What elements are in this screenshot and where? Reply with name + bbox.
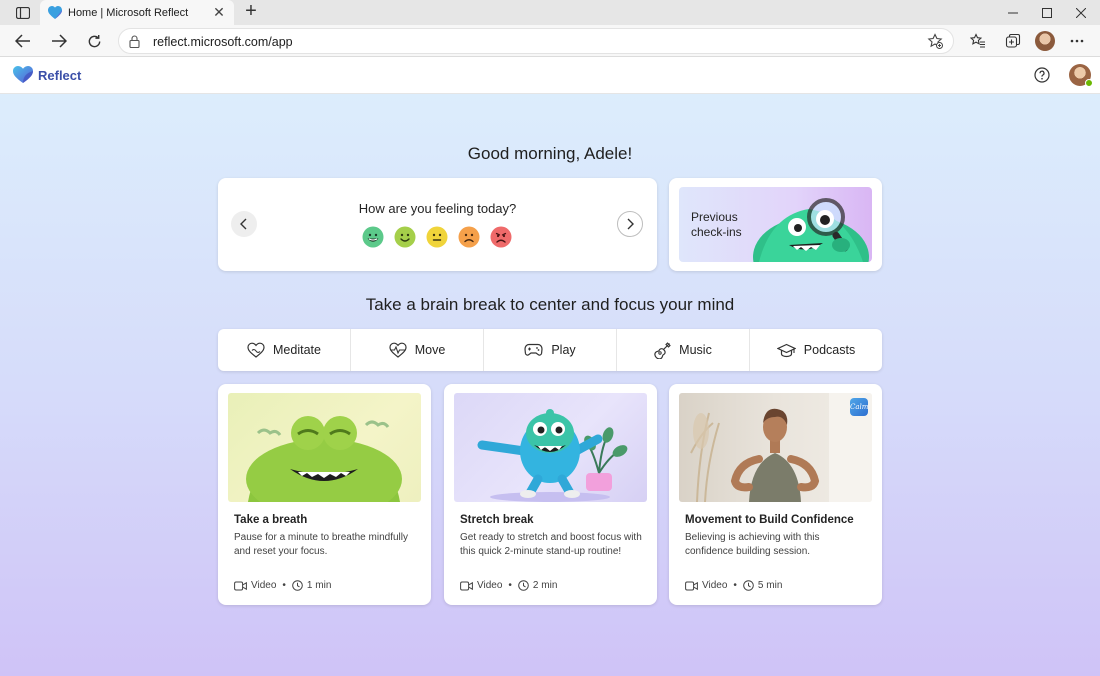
tab-meditate[interactable]: Meditate	[218, 329, 351, 371]
reflect-favicon-icon	[48, 5, 62, 19]
main-content: Good morning, Adele! How are you feeling…	[0, 94, 1100, 676]
online-status-badge	[1085, 79, 1093, 87]
previous-label-line2: check-ins	[691, 225, 742, 239]
meditate-icon	[247, 342, 265, 358]
tab-podcasts[interactable]: Podcasts	[750, 329, 882, 371]
lock-icon[interactable]	[129, 35, 140, 48]
clock-icon	[518, 580, 529, 591]
tab-move-label: Move	[414, 343, 446, 357]
add-favorite-icon[interactable]	[927, 33, 943, 49]
url-text: reflect.microsoft.com/app	[153, 35, 293, 49]
feeling-checkin-card: How are you feeling today?	[218, 178, 657, 271]
previous-checkins-banner: Previous check-ins	[679, 187, 872, 262]
activity-description: Pause for a minute to breathe mindfully …	[234, 532, 408, 557]
game-controller-icon	[524, 343, 543, 356]
clock-icon	[292, 580, 303, 591]
help-icon[interactable]	[1034, 67, 1050, 83]
calm-app-badge: Calm	[850, 398, 868, 416]
brand-name: Reflect	[38, 67, 82, 83]
chevron-right-icon	[627, 218, 634, 230]
reflect-heart-icon	[13, 66, 33, 83]
tab-actions-icon[interactable]	[12, 3, 34, 23]
activity-meta: Video • 5 min	[685, 580, 782, 591]
favorites-icon[interactable]	[965, 29, 991, 53]
previous-button[interactable]	[231, 211, 257, 237]
tab-title: Home | Microsoft Reflect	[68, 6, 189, 19]
forward-icon[interactable]	[47, 29, 71, 53]
refresh-icon[interactable]	[82, 29, 106, 53]
tab-play-label: Play	[551, 343, 576, 357]
feeling-question: How are you feeling today?	[358, 201, 517, 216]
activity-meta: Video • 1 min	[234, 580, 331, 591]
more-options-icon[interactable]	[1064, 29, 1090, 53]
heartbeat-icon	[389, 342, 407, 358]
url-field[interactable]: reflect.microsoft.com/app	[118, 28, 954, 54]
stretching-monster-illustration	[477, 409, 628, 502]
video-icon	[460, 581, 473, 590]
video-icon	[234, 581, 247, 590]
brand-logo[interactable]: Reflect	[13, 66, 81, 84]
activity-thumbnail	[454, 393, 647, 502]
collections-icon[interactable]	[1000, 29, 1026, 53]
maximize-icon[interactable]	[1030, 0, 1064, 25]
category-tabs: Meditate Move Play Music Podcasts	[218, 329, 882, 371]
minimize-icon[interactable]	[996, 0, 1030, 25]
guitar-icon	[654, 341, 671, 359]
browser-tab-bar: Home | Microsoft Reflect ✕ +	[0, 0, 1100, 25]
activity-type: Video	[702, 580, 728, 591]
clock-icon	[743, 580, 754, 591]
greeting-heading: Good morning, Adele!	[467, 144, 633, 163]
new-tab-button[interactable]: +	[240, 1, 262, 23]
woman-stretching-photo	[690, 393, 872, 502]
activity-duration: 5 min	[757, 580, 783, 591]
neutral-face-icon[interactable]	[426, 226, 448, 248]
profile-avatar[interactable]	[1032, 29, 1058, 53]
emotion-picker	[362, 226, 512, 248]
back-icon[interactable]	[11, 29, 35, 53]
monster-magnifier-illustration	[753, 198, 869, 262]
user-avatar[interactable]	[1069, 64, 1093, 87]
activity-type: Video	[251, 580, 277, 591]
breathing-monster-illustration	[246, 416, 402, 502]
activity-type: Video	[477, 580, 503, 591]
tab-music[interactable]: Music	[617, 329, 750, 371]
previous-checkins-card[interactable]: Previous check-ins	[669, 178, 882, 271]
close-tab-icon[interactable]: ✕	[212, 4, 226, 21]
activity-description: Believing is achieving with this confide…	[685, 532, 820, 557]
tab-podcasts-label: Podcasts	[803, 343, 856, 357]
previous-checkins-label: Previous check-ins	[691, 210, 742, 240]
tab-move[interactable]: Move	[351, 329, 484, 371]
activity-meta: Video • 2 min	[460, 580, 557, 591]
graduation-cap-icon	[776, 343, 796, 357]
activity-title: Take a breath	[234, 514, 308, 526]
app-header: Reflect	[0, 57, 1100, 94]
sad-face-icon[interactable]	[458, 226, 480, 248]
very-happy-face-icon[interactable]	[362, 226, 384, 248]
tab-play[interactable]: Play	[484, 329, 617, 371]
activity-card[interactable]: Calm Movement to Build Confidence Believ…	[669, 384, 882, 605]
activity-thumbnail: Calm	[679, 393, 872, 502]
brain-break-heading: Take a brain break to center and focus y…	[365, 295, 735, 314]
activity-description: Get ready to stretch and boost focus wit…	[460, 532, 642, 557]
activity-title: Movement to Build Confidence	[685, 514, 854, 526]
activity-card[interactable]: Stretch break Get ready to stretch and b…	[444, 384, 657, 605]
activity-thumbnail	[228, 393, 421, 502]
happy-face-icon[interactable]	[394, 226, 416, 248]
close-window-icon[interactable]	[1064, 0, 1098, 25]
activity-card[interactable]: Take a breath Pause for a minute to brea…	[218, 384, 431, 605]
chevron-left-icon	[240, 218, 247, 230]
upset-face-icon[interactable]	[490, 226, 512, 248]
previous-label-line1: Previous	[691, 210, 738, 224]
tab-music-label: Music	[679, 343, 712, 357]
address-bar: reflect.microsoft.com/app	[0, 25, 1100, 57]
activity-duration: 1 min	[306, 580, 332, 591]
activity-duration: 2 min	[532, 580, 558, 591]
next-button[interactable]	[617, 211, 643, 237]
browser-tab-active[interactable]: Home | Microsoft Reflect ✕	[40, 0, 234, 25]
tab-meditate-label: Meditate	[273, 343, 321, 357]
activity-title: Stretch break	[460, 514, 534, 526]
video-icon	[685, 581, 698, 590]
